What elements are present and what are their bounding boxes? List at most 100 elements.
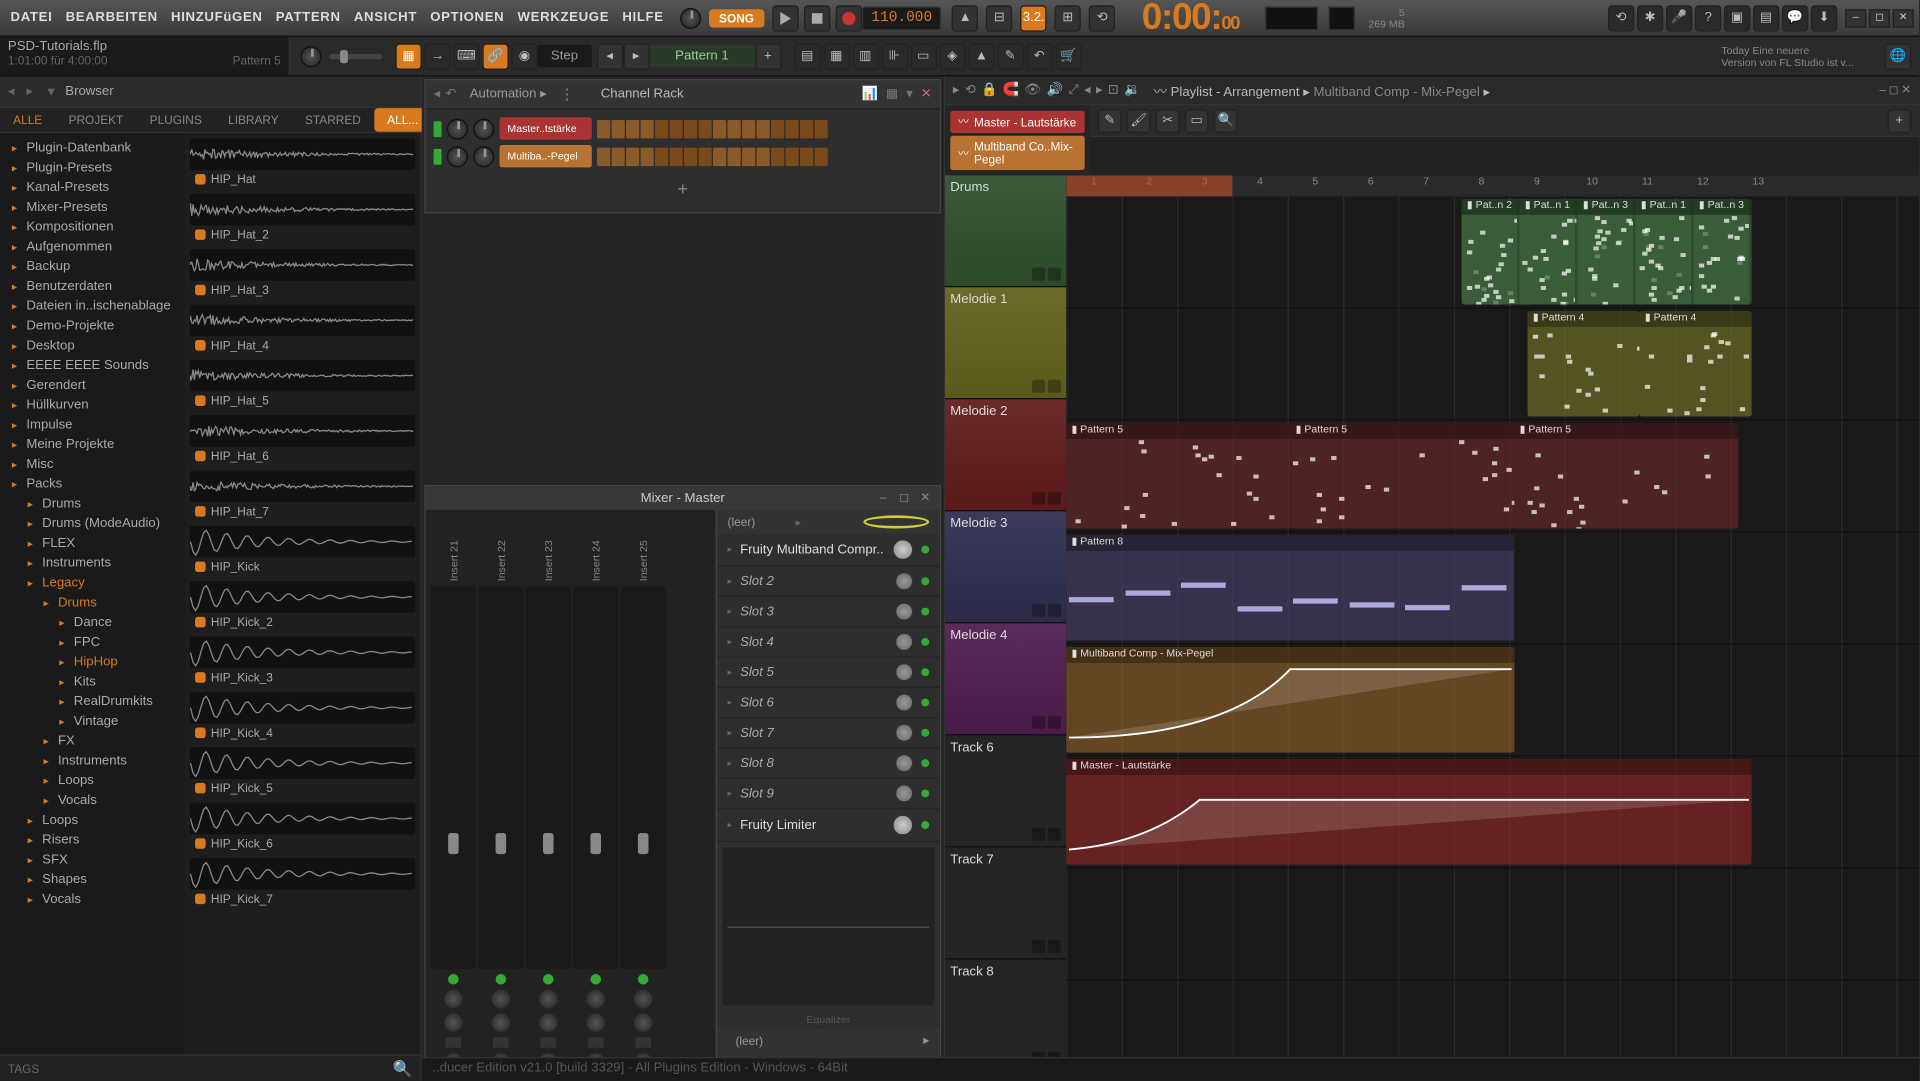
tree-item[interactable]: ▸Loops [0, 771, 185, 791]
fx-slot[interactable]: ▸Fruity Limiter [717, 809, 940, 842]
time-display[interactable]: 0:00:00 [1142, 0, 1239, 40]
tree-item[interactable]: ▸Kompositionen [0, 217, 185, 237]
tree-item[interactable]: ▸Packs [0, 474, 185, 494]
maximize-button[interactable]: ◻ [1869, 9, 1890, 27]
channel-row[interactable]: Multiba..-Pegel [434, 145, 932, 167]
pitch-slider[interactable] [330, 53, 383, 58]
pl-zoom-icon[interactable]: ⤢ [1068, 83, 1079, 97]
menu-help[interactable]: HILFE [617, 8, 669, 28]
save-icon[interactable]: ✱ [1637, 5, 1663, 31]
menu-view[interactable]: ANSICHT [349, 8, 423, 28]
tree-item[interactable]: ▸Kits [0, 672, 185, 692]
pl-fit-icon[interactable]: ⊡ [1108, 83, 1119, 97]
tree-item[interactable]: ▸Gerendert [0, 376, 185, 396]
tree-item[interactable]: ▸Impulse [0, 415, 185, 435]
blend-icon[interactable]: ⊞ [1055, 5, 1081, 31]
file-item[interactable]: HIP_Kick [190, 526, 415, 576]
view-shop-button[interactable]: 🛒 [1055, 43, 1081, 69]
track-lane[interactable]: ▮ Master - Lautstärke [1066, 757, 1919, 869]
mixer-track[interactable]: Insert 22 [478, 515, 523, 1071]
file-item[interactable]: HIP_Hat_5 [190, 360, 415, 410]
news-globe-icon[interactable]: 🌐 [1885, 43, 1911, 69]
view-channel-button[interactable]: ▥ [852, 43, 878, 69]
track-lane[interactable]: ▮ Pattern 5▮ Pattern 5▮ Pattern 5 [1066, 420, 1919, 532]
track-lane[interactable] [1066, 869, 1919, 981]
cr-filter[interactable]: Automation ▸ [470, 87, 547, 101]
pl-magnet-icon[interactable]: 🧲 [1003, 83, 1019, 97]
track-header[interactable]: Melodie 1 [945, 287, 1066, 399]
file-item[interactable]: HIP_Kick_5 [190, 747, 415, 797]
tree-item[interactable]: ▸Misc [0, 455, 185, 475]
menu-edit[interactable]: BEARBEITEN [60, 8, 163, 28]
playlist-clip[interactable]: ▮ Pat..n 1 [1636, 199, 1691, 304]
tree-item[interactable]: ▸Demo-Projekte [0, 316, 185, 336]
menu-add[interactable]: HINZUFüGEN [166, 8, 268, 28]
mixer-track[interactable]: Insert 24 [573, 515, 618, 1071]
tree-item[interactable]: ▸Vocals [0, 791, 185, 811]
pl-lock-icon[interactable]: 🔒 [981, 83, 997, 97]
view-undo-button[interactable]: ↶ [1026, 43, 1052, 69]
view-plugins-button[interactable]: ◈ [939, 43, 965, 69]
cr-grid-icon[interactable]: ▦ [886, 87, 898, 101]
tree-item[interactable]: ▸Drums [0, 593, 185, 613]
playlist-clip[interactable]: ▮ Pat..n 2 [1462, 199, 1517, 304]
tree-item[interactable]: ▸Dance [0, 613, 185, 633]
mixer-close[interactable]: ✕ [916, 490, 934, 506]
browser-back[interactable]: ◂ [8, 84, 24, 100]
tree-item[interactable]: ▸Vintage [0, 712, 185, 732]
pl-tool-draw[interactable]: ✎ [1098, 109, 1122, 133]
download-icon[interactable]: ⬇ [1811, 5, 1837, 31]
view-browser-button[interactable]: ▭ [910, 43, 936, 69]
pl-min[interactable]: – [1879, 83, 1886, 97]
pl-max[interactable]: ◻ [1889, 83, 1899, 97]
cr-back[interactable]: ◂ [434, 87, 441, 101]
mixer-track[interactable]: Insert 21 [431, 515, 476, 1071]
wait-icon[interactable]: ⊟ [986, 5, 1012, 31]
track-header[interactable]: Track 6 [945, 735, 1066, 847]
cr-fwd[interactable]: ↶ [446, 87, 457, 101]
undo-icon[interactable]: ⟲ [1608, 5, 1634, 31]
mixer-track[interactable]: Insert 25 [621, 515, 666, 1071]
file-item[interactable]: HIP_Kick_6 [190, 803, 415, 853]
countdown-icon[interactable]: 3.2. [1021, 5, 1047, 31]
typing-kb-icon[interactable]: ⌨ [453, 43, 479, 69]
news-panel[interactable]: Today Eine neuere Version von FL Studio … [1713, 42, 1884, 71]
playlist-clip[interactable]: ▮ Pattern 5 [1290, 423, 1514, 528]
metronome-icon[interactable]: ▲ [952, 5, 978, 31]
tree-item[interactable]: ▸Legacy [0, 573, 185, 593]
menu-options[interactable]: OPTIONEN [425, 8, 510, 28]
track-header[interactable]: Drums [945, 175, 1066, 287]
tree-item[interactable]: ▸FX [0, 731, 185, 751]
browser-fwd[interactable]: ▸ [26, 84, 42, 100]
file-item[interactable]: HIP_Kick_7 [190, 858, 415, 908]
track-lane[interactable]: ▮ ▮ Pat..n 2▮ Pat..n 1▮ Pat..n 3▮ Pat..n… [1066, 196, 1919, 308]
export-icon[interactable]: ▣ [1724, 5, 1750, 31]
menu-pattern[interactable]: PATTERN [270, 8, 345, 28]
record-button[interactable] [836, 5, 862, 31]
song-mode-button[interactable]: SONG [709, 9, 765, 27]
view-playlist-button[interactable]: ▤ [794, 43, 820, 69]
tree-item[interactable]: ▸Dateien in..ischenablage [0, 297, 185, 317]
new-icon[interactable]: ▤ [1753, 5, 1779, 31]
tab-library[interactable]: LIBRARY [215, 108, 292, 132]
playlist-grid[interactable]: 12345678910111213 ▮ ▮ Pat..n 2▮ Pat..n 1… [1066, 175, 1919, 1080]
tree-item[interactable]: ▸Mixer-Presets [0, 198, 185, 218]
cr-graph-icon[interactable]: 📊 [862, 87, 878, 101]
view-tempo-button[interactable]: ▲ [968, 43, 994, 69]
close-button[interactable]: ✕ [1893, 9, 1914, 27]
playlist-clip[interactable]: ▮ Pattern 4 [1640, 311, 1752, 416]
browser-files[interactable]: HIP_HatHIP_Hat_2HIP_Hat_3HIP_Hat_4HIP_Ha… [185, 133, 421, 1054]
pl-tool-slice[interactable]: ✂ [1156, 109, 1180, 133]
menu-tools[interactable]: WERKZEUGE [512, 8, 614, 28]
pl-left-icon[interactable]: ◂ [1084, 83, 1091, 97]
fx-slot[interactable]: ▸Slot 7 [717, 718, 940, 748]
pl-eye-icon[interactable]: 👁 [1025, 83, 1042, 97]
snap-button[interactable]: ▦ [395, 43, 421, 69]
track-header[interactable]: Melodie 3 [945, 511, 1066, 623]
pl-sync-icon[interactable]: ⟲ [965, 83, 976, 97]
pl-tool-select[interactable]: ▭ [1185, 109, 1209, 133]
pl-right-icon[interactable]: ▸ [1096, 83, 1103, 97]
tree-item[interactable]: ▸Hüllkurven [0, 395, 185, 415]
playlist-clip[interactable]: ▮ Pattern 5 [1066, 423, 1290, 528]
track-header[interactable]: Track 7 [945, 847, 1066, 959]
